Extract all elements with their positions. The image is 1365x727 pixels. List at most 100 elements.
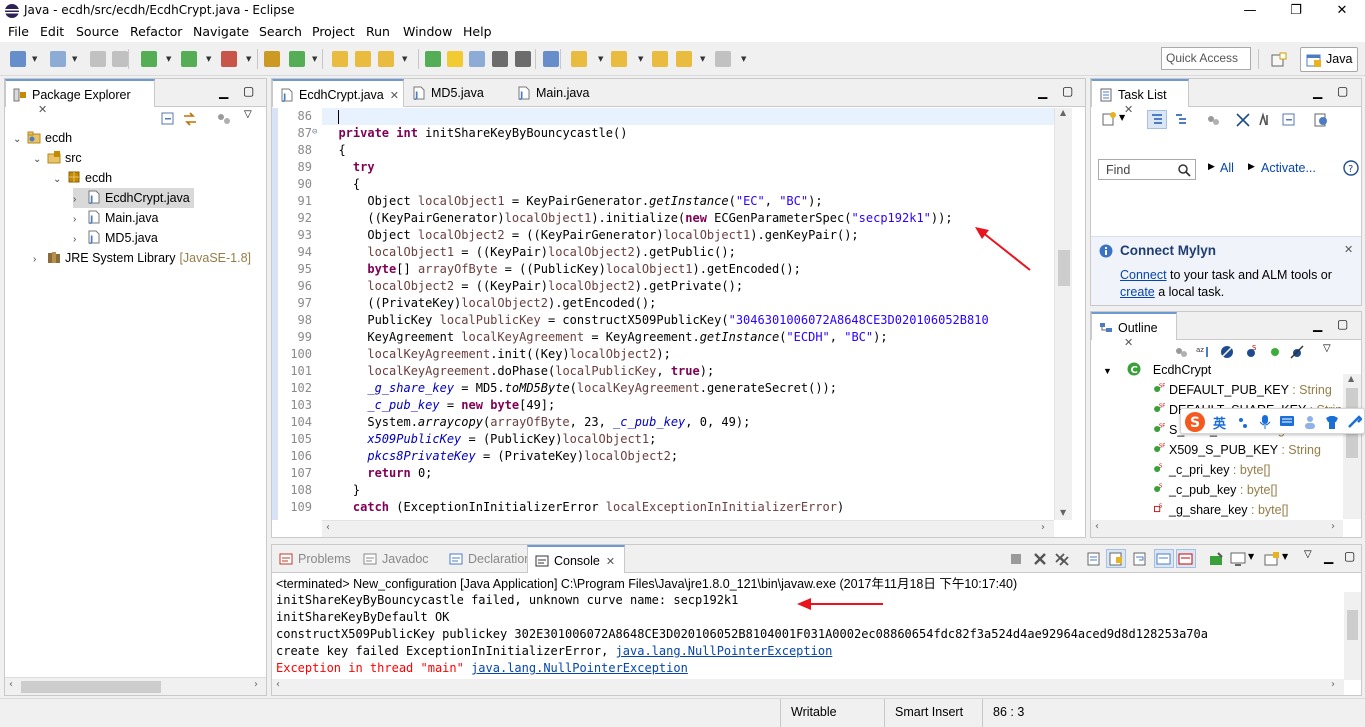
menu-project[interactable]: Project: [312, 24, 355, 39]
new-package-icon[interactable]: [50, 51, 66, 67]
minimize-view-icon[interactable]: ▁: [1324, 550, 1333, 564]
user-icon[interactable]: [1302, 414, 1318, 430]
run-icon[interactable]: [181, 51, 197, 67]
scrollbar-thumb[interactable]: [21, 681, 161, 693]
close-button[interactable]: ✕: [1319, 0, 1365, 22]
expand-toggle-icon[interactable]: ›: [73, 230, 87, 250]
outline-item[interactable]: S _c_pri_key : byte[]: [1151, 460, 1270, 480]
search-icon[interactable]: [1177, 163, 1191, 177]
display-console-icon[interactable]: [1230, 551, 1246, 567]
hide-local-types-icon[interactable]: [1289, 344, 1305, 360]
close-icon[interactable]: ✕: [390, 90, 399, 102]
console-vertical-scrollbar[interactable]: [1344, 592, 1361, 680]
package-tree-item[interactable]: › JRE System Library [JavaSE-1.8]: [33, 248, 255, 268]
new-class-icon[interactable]: [289, 51, 305, 67]
new-java-project-icon[interactable]: [264, 51, 280, 67]
previous-edit-icon[interactable]: [611, 51, 627, 67]
tab-task-list[interactable]: Task List ✕: [1091, 79, 1189, 116]
open-console-icon[interactable]: [1264, 551, 1280, 567]
chevron-down-icon[interactable]: ▼: [741, 55, 748, 63]
pilcrow-icon[interactable]: [515, 51, 531, 67]
outline-root[interactable]: ▼ C EcdhCrypt: [1103, 360, 1343, 381]
keyboard-icon[interactable]: [1279, 414, 1295, 428]
expand-toggle-icon[interactable]: ⌄: [53, 170, 67, 190]
java-perspective-button[interactable]: Java: [1300, 47, 1358, 72]
menu-help[interactable]: Help: [463, 24, 492, 39]
outline-item[interactable]: S _g_share_key : byte[]: [1151, 500, 1289, 520]
chevron-down-icon[interactable]: ▽: [244, 109, 252, 120]
sort-icon[interactable]: az: [1195, 344, 1211, 360]
maximize-view-icon[interactable]: ▢: [1337, 317, 1348, 331]
chevron-down-icon[interactable]: ▼: [598, 55, 605, 63]
toggle-mark-occurrences-icon[interactable]: [447, 51, 463, 67]
hide-completed-icon[interactable]: [1235, 112, 1251, 128]
collapse-icon[interactable]: [1281, 112, 1297, 128]
tab-console[interactable]: Console ✕: [527, 545, 625, 573]
scrollbar-thumb[interactable]: [1347, 610, 1358, 640]
maximize-view-icon[interactable]: ▢: [243, 84, 254, 98]
next-edit-icon[interactable]: [571, 51, 587, 67]
tab-ecdhcrypt-java[interactable]: J EcdhCrypt.java ✕: [272, 79, 404, 107]
quick-access-input[interactable]: Quick Access: [1161, 47, 1251, 70]
minimize-view-icon[interactable]: ▁: [1038, 85, 1047, 99]
menu-source[interactable]: Source: [76, 24, 119, 39]
tab-main-java[interactable]: J Main.java: [510, 79, 614, 107]
tab-javadoc[interactable]: Javadoc: [356, 545, 442, 573]
collapse-all-icon[interactable]: [160, 111, 176, 127]
help-icon[interactable]: ?: [1343, 160, 1359, 176]
package-tree-item[interactable]: › J EcdhCrypt.java: [73, 188, 194, 208]
save-icon[interactable]: [90, 51, 106, 67]
menu-refactor[interactable]: Refactor: [130, 24, 182, 39]
all-link[interactable]: All: [1220, 161, 1234, 175]
console-horizontal-scrollbar[interactable]: ‹ ›: [272, 679, 1344, 695]
remove-all-icon[interactable]: [1054, 551, 1070, 567]
link-with-editor-icon[interactable]: [182, 111, 198, 127]
focus-icon[interactable]: [1173, 344, 1189, 360]
open-type-icon[interactable]: [332, 51, 348, 67]
close-icon[interactable]: ✕: [1124, 337, 1133, 349]
scheduled-icon[interactable]: [1173, 112, 1189, 128]
task-find-input[interactable]: Find: [1098, 159, 1196, 180]
expand-toggle-icon[interactable]: ⌄: [33, 150, 47, 170]
tab-package-explorer[interactable]: Package Explorer ✕: [5, 79, 155, 116]
close-icon[interactable]: ✕: [38, 104, 47, 116]
chevron-down-icon[interactable]: ▼: [700, 55, 707, 63]
menu-edit[interactable]: Edit: [40, 24, 64, 39]
search-icon[interactable]: [378, 51, 394, 67]
expand-toggle-icon[interactable]: ⌄: [13, 130, 27, 150]
show-whitespace-icon[interactable]: [492, 51, 508, 67]
activate-link[interactable]: Activate...: [1261, 161, 1316, 175]
outline-item[interactable]: S _c_pub_key : byte[]: [1151, 480, 1277, 500]
ime-toolbar[interactable]: S 英: [1180, 408, 1365, 434]
back-icon[interactable]: [652, 51, 668, 67]
pin-console-icon[interactable]: [1208, 551, 1224, 567]
maximize-view-icon[interactable]: ▢: [1344, 549, 1355, 563]
chevron-down-icon[interactable]: ▼: [32, 55, 39, 63]
forward-icon[interactable]: [676, 51, 692, 67]
package-tree-item[interactable]: ⌄ src: [33, 148, 86, 168]
close-icon[interactable]: ✕: [1344, 243, 1353, 256]
toolbox-icon[interactable]: [1346, 414, 1362, 430]
open-perspective-icon[interactable]: [1271, 52, 1287, 68]
menu-window[interactable]: Window: [403, 24, 452, 39]
punctuation-icon[interactable]: [1236, 415, 1250, 429]
chevron-down-icon[interactable]: ▼: [402, 55, 409, 63]
hide-fields-icon[interactable]: [1219, 344, 1235, 360]
package-tree-item[interactable]: › J Main.java: [73, 208, 163, 228]
expand-toggle-icon[interactable]: ›: [73, 210, 87, 230]
chevron-down-icon[interactable]: ▼: [312, 55, 319, 63]
skin-icon[interactable]: [1324, 414, 1340, 430]
tab-declaration[interactable]: Declaration: [442, 545, 531, 573]
debug-icon[interactable]: [141, 51, 157, 67]
tab-md5-java[interactable]: J MD5.java: [405, 79, 509, 107]
terminate-icon[interactable]: [1008, 551, 1024, 567]
code-area[interactable]: 86 87 ⊖ private int initShareKeyByBouncyca…: [278, 108, 1054, 520]
outline-item[interactable]: SF X509_S_PUB_KEY : String: [1151, 440, 1321, 460]
microphone-icon[interactable]: [1258, 414, 1272, 430]
new-task-icon[interactable]: [1101, 111, 1117, 127]
chevron-down-icon[interactable]: ▼: [246, 55, 253, 63]
package-tree-item[interactable]: ⌄ ecdh: [13, 128, 76, 148]
chevron-down-icon[interactable]: ▼: [72, 55, 79, 63]
tab-problems[interactable]: Problems: [272, 545, 356, 573]
chevron-down-icon[interactable]: ▼: [166, 55, 173, 63]
